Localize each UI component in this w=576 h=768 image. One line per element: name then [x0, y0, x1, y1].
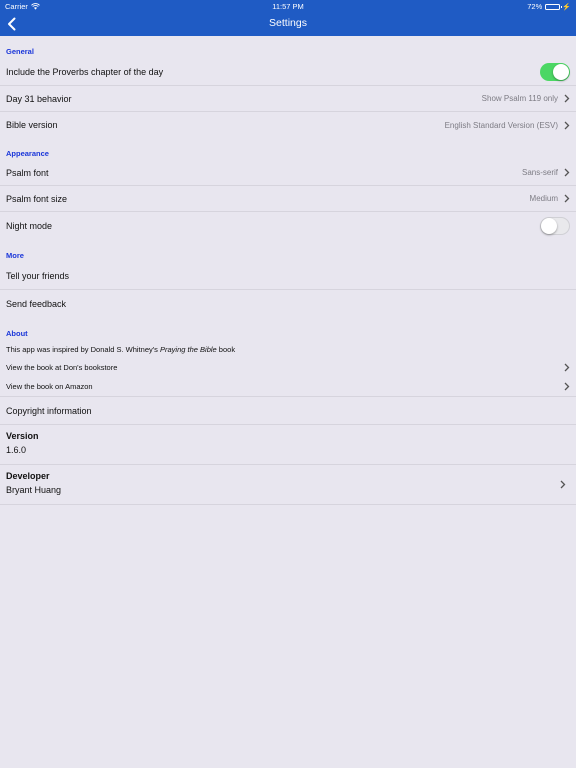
row-developer[interactable]: Developer Bryant Huang	[0, 465, 576, 505]
about-inspired-text: This app was inspired by Donald S. Whitn…	[0, 340, 576, 358]
include-proverbs-toggle[interactable]	[540, 62, 570, 81]
section-header-about: About	[6, 329, 28, 338]
battery-percent: 72%	[527, 2, 543, 11]
status-bar: Carrier 11:57 PM 72% ⚡	[0, 0, 576, 12]
section-header-more: More	[6, 251, 24, 260]
chevron-right-icon	[564, 382, 570, 391]
row-version: Version 1.6.0	[0, 425, 576, 465]
chevron-right-icon	[564, 121, 570, 129]
section-header-general: General	[6, 47, 34, 56]
row-include-proverbs: Include the Proverbs chapter of the day	[0, 58, 576, 86]
developer-label: Developer	[6, 471, 50, 481]
day31-label: Day 31 behavior	[6, 93, 72, 104]
link-bookstore[interactable]: View the book at Don's bookstore	[0, 358, 576, 377]
toggle-knob	[553, 63, 569, 80]
include-proverbs-label: Include the Proverbs chapter of the day	[6, 66, 164, 77]
row-tell-friends[interactable]: Tell your friends	[0, 262, 576, 290]
navigation-bar: Settings	[0, 12, 576, 36]
inspired-book-title: Praying the Bible	[160, 345, 217, 354]
charging-bolt-icon: ⚡	[562, 3, 571, 11]
psalm-font-size-value: Medium	[529, 194, 558, 203]
about-links: View the book at Don's bookstore View th…	[0, 358, 576, 397]
tell-friends-label: Tell your friends	[6, 270, 70, 281]
bible-version-label: Bible version	[6, 120, 58, 130]
night-mode-toggle[interactable]	[540, 217, 570, 235]
link-amazon[interactable]: View the book on Amazon	[0, 377, 576, 396]
row-psalm-font-size[interactable]: Psalm font size Medium	[0, 186, 576, 212]
psalm-font-size-label: Psalm font size	[6, 193, 68, 204]
version-value: 1.6.0	[6, 445, 27, 455]
battery-indicator: 72% ⚡	[527, 2, 571, 11]
row-psalm-font[interactable]: Psalm font Sans-serif	[0, 160, 576, 186]
row-send-feedback[interactable]: Send feedback	[0, 290, 576, 318]
chevron-right-icon	[564, 363, 570, 372]
developer-value: Bryant Huang	[6, 485, 62, 495]
row-day31-behavior[interactable]: Day 31 behavior Show Psalm 119 only	[0, 86, 576, 112]
battery-icon	[545, 3, 563, 10]
version-label: Version	[6, 431, 39, 441]
row-copyright[interactable]: Copyright information	[0, 397, 576, 425]
status-time: 11:57 PM	[272, 2, 304, 11]
link-bookstore-label: View the book at Don's bookstore	[6, 363, 118, 372]
psalm-font-value: Sans-serif	[521, 168, 558, 177]
send-feedback-label: Send feedback	[6, 299, 67, 309]
night-mode-label: Night mode	[6, 221, 53, 231]
inspired-prefix: This app was inspired by Donald S. Whitn…	[6, 345, 161, 354]
toggle-knob	[541, 218, 557, 234]
inspired-suffix: book	[216, 345, 236, 354]
row-night-mode: Night mode	[0, 212, 576, 240]
settings-list: General Include the Proverbs chapter of …	[0, 36, 576, 505]
bible-version-value: English Standard Version (ESV)	[444, 120, 558, 130]
chevron-right-icon	[564, 168, 570, 177]
day31-value: Show Psalm 119 only	[481, 94, 558, 103]
row-bible-version[interactable]: Bible version English Standard Version (…	[0, 112, 576, 138]
section-header-appearance: Appearance	[6, 149, 49, 158]
chevron-right-icon	[560, 480, 566, 489]
copyright-label: Copyright information	[6, 405, 92, 416]
chevron-right-icon	[564, 94, 570, 103]
page-title: Settings	[269, 17, 307, 29]
link-amazon-label: View the book on Amazon	[6, 382, 93, 391]
psalm-font-label: Psalm font	[6, 167, 49, 178]
chevron-right-icon	[564, 194, 570, 203]
